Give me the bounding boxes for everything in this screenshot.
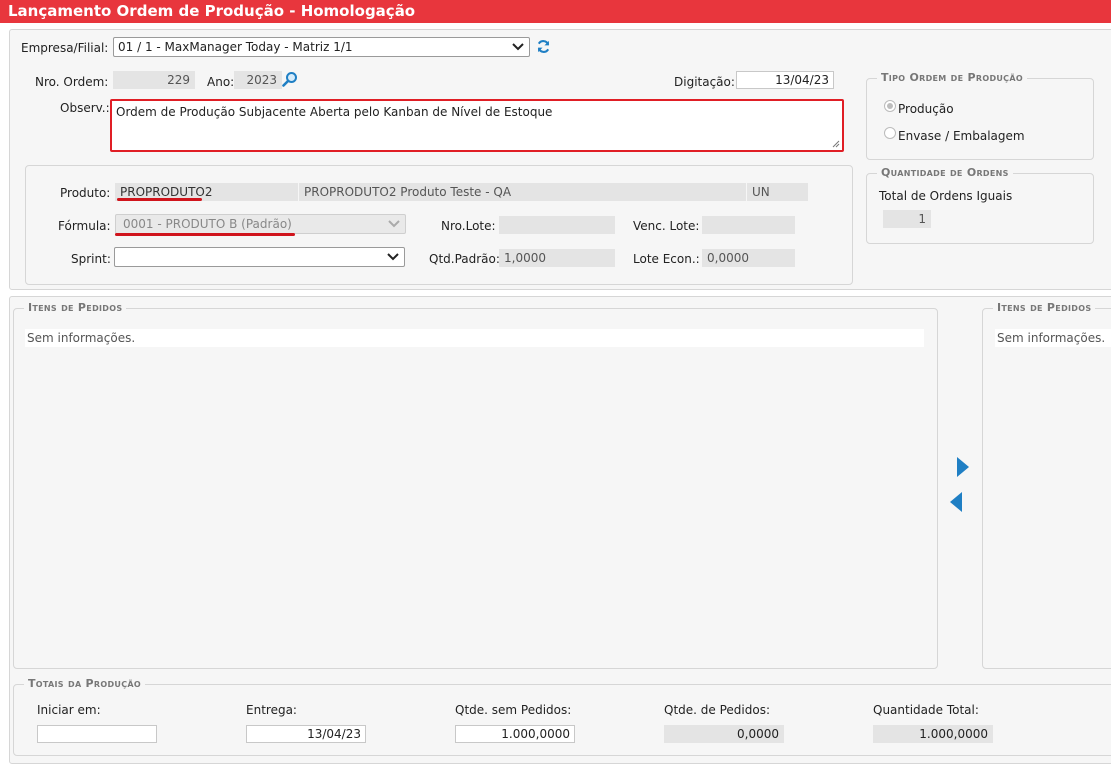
total-ordens-label: Total de Ordens Iguais bbox=[879, 189, 1013, 203]
quantidade-ordens-legend: Quantidade de Ordens bbox=[877, 166, 1013, 179]
nro-lote-label: Nro.Lote: bbox=[441, 219, 496, 233]
observ-text: Ordem de Produção Subjacente Aberta pelo… bbox=[116, 105, 553, 119]
produto-desc-field: PROPRODUTO2 Produto Teste - QA bbox=[299, 183, 746, 201]
empresa-select-value: 01 / 1 - MaxManager Today - Matriz 1/1 bbox=[118, 40, 353, 54]
observ-label: Observ.: bbox=[60, 101, 110, 115]
refresh-icon[interactable] bbox=[536, 39, 551, 54]
total-field: 1.000,0000 bbox=[873, 725, 993, 743]
lote-econ-field: 0,0000 bbox=[702, 249, 795, 267]
sprint-select[interactable] bbox=[114, 247, 405, 267]
produto-unit-field: UN bbox=[747, 183, 808, 201]
digitacao-field[interactable]: 13/04/23 bbox=[736, 71, 834, 89]
itens-left-empty: Sem informações. bbox=[25, 329, 924, 347]
empresa-label: Empresa/Filial: bbox=[21, 41, 109, 55]
radio-envase[interactable] bbox=[884, 127, 896, 139]
iniciar-field[interactable] bbox=[37, 725, 157, 743]
iniciar-label: Iniciar em: bbox=[37, 703, 101, 717]
totais-legend: Totais da Produção bbox=[24, 677, 145, 690]
venc-lote-field bbox=[702, 216, 795, 234]
sem-pedidos-field[interactable]: 1.000,0000 bbox=[455, 725, 575, 743]
observ-textarea[interactable]: Ordem de Produção Subjacente Aberta pelo… bbox=[110, 99, 844, 152]
radio-producao[interactable] bbox=[884, 100, 896, 112]
digitacao-label: Digitação: bbox=[674, 75, 735, 89]
lote-econ-label: Lote Econ.: bbox=[633, 252, 700, 266]
qtd-padrao-field: 1,0000 bbox=[499, 249, 615, 267]
itens-pedidos-right: Itens de Pedidos bbox=[982, 301, 1111, 669]
resize-handle-icon[interactable] bbox=[832, 140, 840, 148]
de-pedidos-label: Qtde. de Pedidos: bbox=[664, 703, 770, 717]
arrow-left-icon[interactable] bbox=[948, 490, 964, 514]
page-title: Lançamento Ordem de Produção - Homologaç… bbox=[0, 0, 1111, 23]
itens-right-empty: Sem informações. bbox=[995, 329, 1111, 347]
formula-select-value: 0001 - PRODUTO B (Padrão) bbox=[123, 217, 292, 231]
itens-pedidos-right-legend: Itens de Pedidos bbox=[993, 301, 1096, 314]
arrow-right-icon[interactable] bbox=[955, 455, 971, 479]
produto-code-highlight bbox=[117, 198, 202, 201]
radio-envase-label[interactable]: Envase / Embalagem bbox=[898, 129, 1025, 143]
search-icon[interactable] bbox=[282, 71, 298, 87]
tipo-ordem-legend: Tipo Ordem de Produção bbox=[877, 71, 1027, 84]
ano-field: 2023 bbox=[234, 71, 282, 89]
formula-select[interactable]: 0001 - PRODUTO B (Padrão) bbox=[115, 214, 406, 234]
qtd-padrao-label: Qtd.Padrão: bbox=[429, 252, 500, 266]
total-label: Quantidade Total: bbox=[873, 703, 979, 717]
itens-pedidos-left: Itens de Pedidos bbox=[13, 301, 938, 669]
radio-producao-label[interactable]: Produção bbox=[898, 102, 954, 116]
tipo-ordem-group: Tipo Ordem de Produção bbox=[866, 71, 1094, 160]
chevron-down-icon bbox=[512, 43, 524, 51]
chevron-down-icon bbox=[387, 253, 399, 261]
sem-pedidos-label: Qtde. sem Pedidos: bbox=[455, 703, 572, 717]
chevron-down-icon bbox=[388, 220, 400, 228]
entrega-field[interactable]: 13/04/23 bbox=[246, 725, 366, 743]
empresa-select[interactable]: 01 / 1 - MaxManager Today - Matriz 1/1 bbox=[113, 37, 530, 57]
entrega-label: Entrega: bbox=[246, 703, 297, 717]
de-pedidos-field: 0,0000 bbox=[664, 725, 784, 743]
venc-lote-label: Venc. Lote: bbox=[633, 219, 700, 233]
itens-pedidos-left-legend: Itens de Pedidos bbox=[24, 301, 127, 314]
ano-label: Ano: bbox=[207, 75, 235, 89]
produto-label: Produto: bbox=[60, 186, 111, 200]
total-ordens-field[interactable]: 1 bbox=[883, 210, 931, 228]
formula-highlight bbox=[115, 233, 295, 236]
totais-group: Totais da Produção bbox=[13, 677, 1111, 756]
quantidade-ordens-group: Quantidade de Ordens bbox=[866, 166, 1094, 244]
nro-ordem-label: Nro. Ordem: bbox=[35, 75, 109, 89]
nro-lote-field bbox=[499, 216, 615, 234]
formula-label: Fórmula: bbox=[58, 219, 111, 233]
sprint-label: Sprint: bbox=[71, 252, 111, 266]
nro-ordem-field: 229 bbox=[113, 71, 195, 89]
